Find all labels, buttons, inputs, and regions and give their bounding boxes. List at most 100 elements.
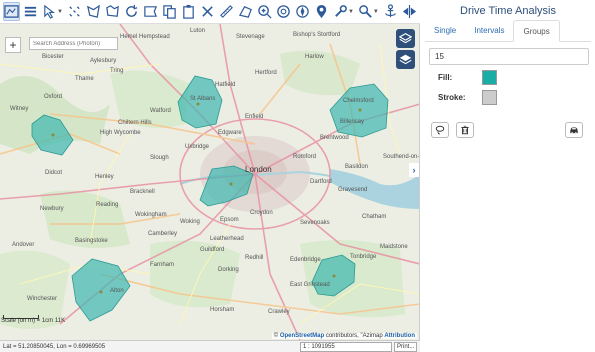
place-label: Hemel Hempstead bbox=[120, 34, 170, 40]
place-label: London bbox=[245, 165, 272, 174]
place-label: Leatherhead bbox=[210, 236, 244, 242]
place-label: Bracknell bbox=[130, 189, 155, 195]
place-label: Sevenoaks bbox=[300, 220, 330, 226]
stroke-color-picker[interactable] bbox=[482, 90, 497, 105]
layers-icon[interactable] bbox=[396, 29, 415, 48]
place-label: Luton bbox=[190, 28, 206, 34]
panel-toggle-chevron-icon[interactable]: › bbox=[409, 163, 419, 177]
place-label: Oxford bbox=[44, 94, 63, 100]
place-label: Thame bbox=[75, 76, 94, 82]
tab-single[interactable]: Single bbox=[425, 20, 465, 42]
car-icon bbox=[570, 127, 578, 134]
calculate-drive-button[interactable] bbox=[565, 122, 583, 138]
scatter-points-icon[interactable] bbox=[66, 2, 83, 21]
compass-icon[interactable] bbox=[294, 2, 311, 21]
delete-button[interactable] bbox=[456, 122, 474, 138]
place-label: Henley bbox=[95, 174, 114, 180]
map-flag-icon[interactable] bbox=[142, 2, 159, 21]
place-label: Newbury bbox=[40, 206, 64, 212]
place-label: Southend-on-Sea bbox=[383, 154, 420, 160]
place-label: Uxbridge bbox=[185, 144, 210, 150]
place-label: Hatfield bbox=[215, 82, 236, 88]
place-label: Camberley bbox=[148, 231, 178, 237]
place-label: Chatham bbox=[362, 214, 387, 220]
attribution-text: contributors, "Azimap bbox=[324, 333, 383, 339]
fill-label: Fill: bbox=[438, 73, 453, 82]
print-button[interactable]: Print... bbox=[394, 341, 418, 352]
place-label: Croydon bbox=[250, 210, 273, 216]
place-label: Horsham bbox=[210, 307, 235, 313]
place-label: Slough bbox=[150, 155, 169, 161]
search-input[interactable] bbox=[29, 37, 118, 50]
chevron-down-icon[interactable]: ▼ bbox=[57, 9, 63, 15]
place-label: Chiltern Hills bbox=[118, 120, 152, 126]
place-label: Andover bbox=[12, 242, 35, 248]
tabs: Single Intervals Groups bbox=[425, 20, 591, 42]
place-label: High Wycombe bbox=[100, 130, 141, 136]
place-label: Epsom bbox=[220, 217, 239, 223]
place-label: Romford bbox=[293, 154, 317, 160]
chevron-down-icon[interactable]: ▼ bbox=[348, 9, 354, 15]
ruler-icon[interactable] bbox=[218, 2, 235, 21]
place-label: Witney bbox=[10, 106, 29, 112]
place-label: Dartford bbox=[310, 179, 332, 185]
fill-color-picker[interactable] bbox=[482, 70, 497, 85]
clipboard-icon[interactable] bbox=[180, 2, 197, 21]
place-label: Guildford bbox=[200, 247, 225, 253]
place-label: Wokingham bbox=[135, 212, 167, 218]
lasso-icon bbox=[435, 125, 445, 135]
stack-layers-icon[interactable] bbox=[396, 50, 415, 69]
lasso-select-button[interactable] bbox=[431, 122, 449, 138]
osm-link[interactable]: OpenStreetMap bbox=[280, 333, 324, 339]
place-label: Dorking bbox=[218, 267, 239, 273]
place-label: Edgware bbox=[218, 130, 242, 136]
wrench-icon[interactable] bbox=[332, 2, 349, 21]
refresh-icon[interactable] bbox=[123, 2, 140, 21]
place-label: Gravesend bbox=[338, 187, 368, 193]
drive-time-input[interactable] bbox=[429, 48, 589, 65]
tab-intervals[interactable]: Intervals bbox=[465, 20, 513, 42]
place-label: Stevenage bbox=[236, 34, 265, 40]
scale-select[interactable]: 1 : 1091955 bbox=[300, 341, 392, 352]
place-label: Basingstoke bbox=[75, 238, 108, 244]
place-label: Alton bbox=[110, 288, 124, 294]
place-label: Crawley bbox=[268, 309, 290, 315]
toolbar: ▼ ▼ ▼ bbox=[0, 0, 420, 24]
place-label: Didcot bbox=[45, 170, 63, 176]
anchor-icon[interactable] bbox=[382, 2, 399, 21]
stack-icon[interactable] bbox=[22, 2, 39, 21]
zoom-in-icon[interactable] bbox=[256, 2, 273, 21]
clear-icon[interactable] bbox=[199, 2, 216, 21]
place-label: Enfield bbox=[245, 114, 264, 120]
place-label: Tring bbox=[110, 68, 124, 74]
place-label: Chelmsford bbox=[343, 98, 374, 104]
place-label: St Albans bbox=[190, 96, 216, 102]
attribution-link[interactable]: Attribution bbox=[384, 333, 415, 339]
map-view[interactable]: London Hemel Hempstead Watford St Albans Har… bbox=[0, 24, 420, 340]
place-label: East Grinstead bbox=[290, 282, 330, 288]
select-pointer-icon[interactable] bbox=[41, 2, 58, 21]
cursor-coordinates: Lat = 51.20850045, Lon = 0.69969505 bbox=[3, 343, 106, 350]
trash-icon bbox=[461, 125, 469, 135]
tab-groups[interactable]: Groups bbox=[513, 20, 560, 42]
copy-icon[interactable] bbox=[161, 2, 178, 21]
zoom-in-button[interactable]: + bbox=[5, 37, 21, 53]
draw-shape-icon[interactable] bbox=[104, 2, 121, 21]
panel-title: Drive Time Analysis bbox=[460, 5, 556, 17]
search-zoom-icon[interactable] bbox=[357, 2, 374, 21]
map-attribution: © OpenStreetMap contributors, "Azimap At… bbox=[271, 333, 417, 339]
location-marker-icon[interactable] bbox=[313, 2, 330, 21]
place-label: Woking bbox=[180, 219, 200, 225]
place-label: Maidstone bbox=[380, 244, 408, 250]
place-label: Tonbridge bbox=[350, 254, 377, 260]
place-label: Bishop's Stortford bbox=[293, 32, 341, 38]
place-label: Edenbridge bbox=[290, 257, 321, 263]
zoom-area-icon[interactable] bbox=[275, 2, 292, 21]
map-layers-icon[interactable] bbox=[3, 2, 20, 21]
split-icon[interactable] bbox=[401, 2, 418, 21]
area-measure-icon[interactable] bbox=[237, 2, 254, 21]
polygon-icon[interactable] bbox=[85, 2, 102, 21]
place-label: Billericay bbox=[340, 119, 365, 125]
chevron-down-icon[interactable]: ▼ bbox=[373, 9, 379, 15]
place-label: Hertford bbox=[255, 70, 277, 76]
